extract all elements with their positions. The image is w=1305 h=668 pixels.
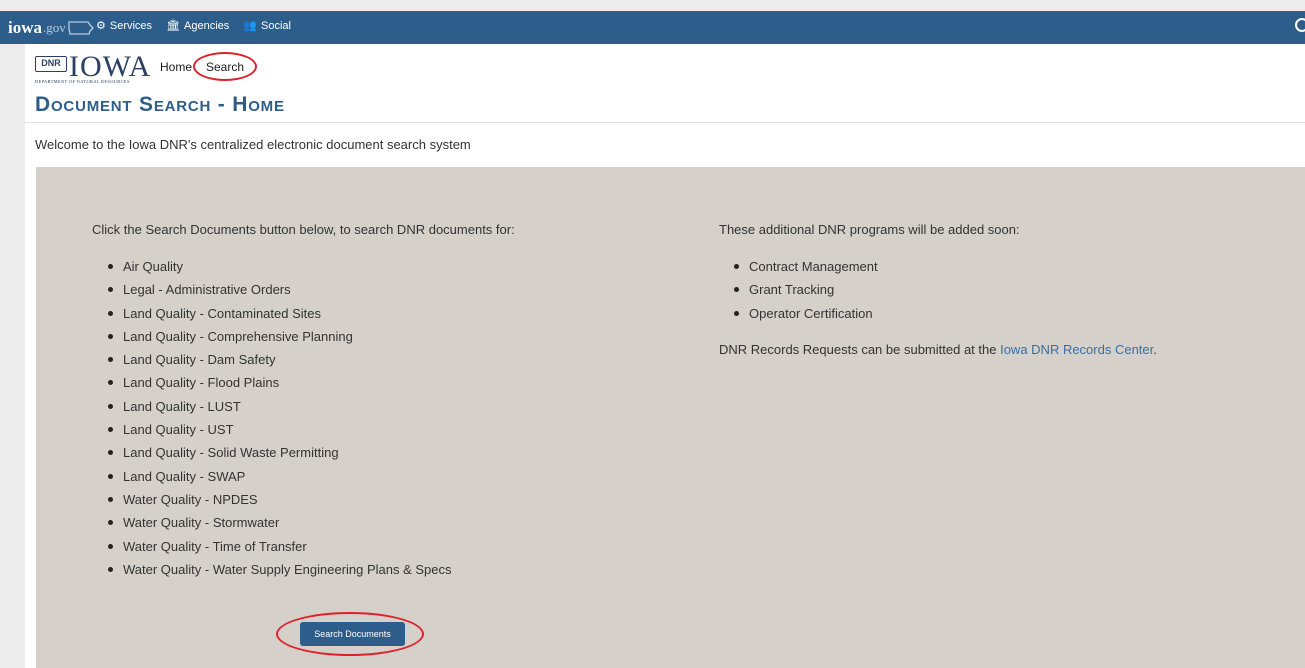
nav-social[interactable]: 👥 Social [243, 19, 291, 33]
list-item: Land Quality - Contaminated Sites [105, 306, 452, 329]
left-intro: Click the Search Documents button below,… [92, 222, 515, 237]
nav-services[interactable]: ⚙ Services [96, 19, 153, 33]
main-content: DNR IOWA DEPARTMENT OF NATURAL RESOURCES… [25, 44, 1305, 668]
nav-social-label: Social [261, 19, 291, 32]
list-item: Land Quality - UST [105, 422, 452, 445]
records-request-text: DNR Records Requests can be submitted at… [719, 342, 1157, 357]
list-item: Water Quality - NPDES [105, 492, 452, 515]
iowa-gov-logo[interactable]: iowa .gov [8, 17, 94, 39]
records-prefix: DNR Records Requests can be submitted at… [719, 342, 1001, 357]
list-item: Water Quality - Water Supply Engineering… [105, 562, 452, 585]
list-item: Operator Certification [731, 306, 878, 329]
list-item: Land Quality - Comprehensive Planning [105, 329, 452, 352]
list-item: Land Quality - Solid Waste Permitting [105, 445, 452, 468]
list-item: Contract Management [731, 259, 878, 282]
iowa-state-outline-icon [68, 21, 94, 35]
document-types-list: Air Quality Legal - Administrative Order… [105, 259, 452, 585]
list-item: Water Quality - Stormwater [105, 515, 452, 538]
list-item: Land Quality - LUST [105, 399, 452, 422]
list-item: Water Quality - Time of Transfer [105, 539, 452, 562]
records-suffix: . [1153, 342, 1157, 357]
list-item: Land Quality - Flood Plains [105, 375, 452, 398]
title-bar: Document Search - Home [25, 89, 1305, 123]
logo-word: iowa [8, 18, 42, 37]
nav-services-label: Services [109, 19, 153, 32]
list-item: Land Quality - SWAP [105, 469, 452, 492]
gears-icon: ⚙ [96, 20, 106, 32]
top-bar: iowa .gov ⚙ Services 🏛 Agencies 👥 Social [0, 11, 1305, 44]
top-nav: ⚙ Services 🏛 Agencies 👥 Social [96, 19, 291, 33]
list-item: Air Quality [105, 259, 452, 282]
users-icon: 👥 [243, 20, 257, 32]
department-name: DEPARTMENT OF NATURAL RESOURCES [35, 79, 130, 84]
nav-agencies-label: Agencies [184, 19, 230, 32]
logo-suffix: .gov [43, 20, 66, 35]
search-panel: Click the Search Documents button below,… [36, 167, 1305, 668]
list-item: Grant Tracking [731, 282, 878, 305]
records-center-link[interactable]: Iowa DNR Records Center [1000, 342, 1153, 357]
breadcrumb-home[interactable]: Home [160, 60, 192, 74]
search-highlight-ellipse [193, 52, 257, 81]
list-item: Land Quality - Dam Safety [105, 352, 452, 375]
welcome-text: Welcome to the Iowa DNR's centralized el… [35, 137, 471, 152]
nav-agencies[interactable]: 🏛 Agencies [166, 19, 230, 33]
list-item: Legal - Administrative Orders [105, 282, 452, 305]
dnr-badge: DNR [35, 56, 67, 72]
search-icon[interactable] [1294, 17, 1305, 40]
page-title: Document Search - Home [35, 93, 285, 116]
button-highlight-ellipse [276, 612, 424, 656]
iowa-dnr-logo[interactable]: DNR IOWA DEPARTMENT OF NATURAL RESOURCES [35, 50, 157, 88]
right-intro: These additional DNR programs will be ad… [719, 222, 1020, 237]
upcoming-programs-list: Contract Management Grant Tracking Opera… [731, 259, 878, 329]
building-icon: 🏛 [166, 20, 181, 32]
brand-row: DNR IOWA DEPARTMENT OF NATURAL RESOURCES… [25, 44, 1305, 89]
